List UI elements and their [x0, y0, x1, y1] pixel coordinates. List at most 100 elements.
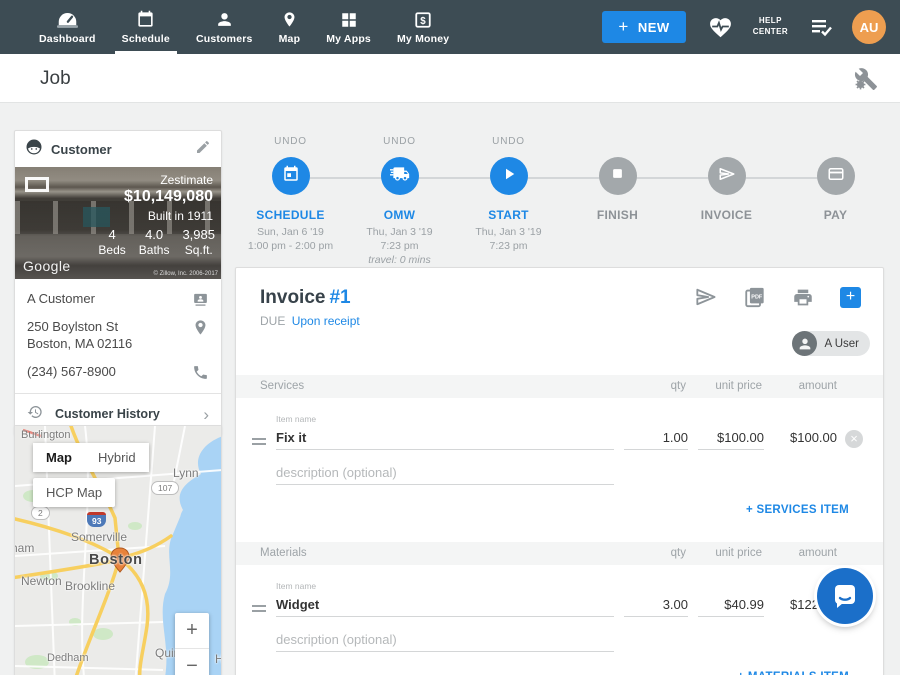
delete-service-item-button[interactable]: × [845, 430, 863, 448]
material-unit-price-input[interactable] [698, 593, 764, 617]
assigned-user-pill[interactable]: A User [792, 331, 870, 356]
schedule-icon [136, 9, 155, 29]
undo-start-button[interactable]: UNDO [492, 136, 525, 148]
timeline-step-schedule: UNDO SCHEDULE Sun, Jan 6 '191:00 pm - 2:… [236, 136, 345, 268]
finish-step-button[interactable] [599, 157, 637, 195]
nav-item-dashboard[interactable]: Dashboard [26, 0, 109, 54]
zoom-in-button[interactable]: + [175, 613, 209, 648]
svg-text:$: $ [420, 16, 426, 27]
task-list-icon[interactable] [810, 17, 834, 37]
edit-pencil-icon[interactable] [195, 139, 211, 160]
map-label-lynn: Lynn [173, 466, 199, 480]
page-title: Job [40, 68, 71, 90]
add-service-item-link[interactable]: + SERVICES ITEM [746, 504, 849, 516]
step-date: Thu, Jan 3 '197:23 pmtravel: 0 mins [366, 225, 432, 268]
user-avatar[interactable]: AU [852, 10, 886, 44]
invoice-step-button[interactable] [708, 157, 746, 195]
map-label-burlington: Burlington [21, 429, 71, 441]
invoice-title: Invoice#1 [260, 287, 351, 309]
nav-item-my-apps[interactable]: My Apps [313, 0, 384, 54]
nav-item-customers[interactable]: Customers [183, 0, 266, 54]
health-heart-icon[interactable] [708, 16, 733, 39]
svg-text:PDF: PDF [751, 294, 763, 300]
nav-item-my-money[interactable]: $ My Money [384, 0, 462, 54]
material-item-name-input[interactable] [276, 593, 614, 617]
item-name-label: Item name [276, 414, 316, 424]
sqft-label: Sq.ft. [182, 243, 215, 257]
zoom-out-button[interactable]: − [175, 649, 209, 675]
beds-value: 4 [98, 227, 125, 242]
service-unit-price-input[interactable] [698, 426, 764, 450]
map-pin-icon [281, 9, 298, 29]
map-label-brookline: Brookline [65, 579, 115, 593]
help-center-button[interactable]: HELP CENTER [753, 16, 788, 38]
customer-card: Customer Zestimate $10,149,080 Built in … [14, 130, 222, 435]
service-description-input[interactable] [276, 461, 614, 485]
step-label: FINISH [597, 208, 638, 222]
top-nav: Dashboard Schedule Customers Map [0, 0, 900, 54]
new-button[interactable]: + NEW [602, 11, 685, 43]
customer-phone-row: (234) 567-8900 [27, 364, 209, 380]
chevron-right-icon: › [203, 406, 209, 423]
phone-icon[interactable] [192, 364, 209, 385]
start-step-button[interactable] [490, 157, 528, 195]
apps-grid-icon [340, 9, 358, 29]
undo-omw-button[interactable]: UNDO [383, 136, 416, 148]
address-line2: Boston, MA 02116 [27, 336, 183, 352]
baths-value: 4.0 [139, 227, 170, 242]
timeline-step-start: UNDO START Thu, Jan 3 '197:23 pm [454, 136, 563, 268]
omw-step-button[interactable] [381, 157, 419, 195]
contact-card-icon[interactable] [192, 291, 209, 312]
stop-icon [610, 166, 625, 186]
street-view-icon[interactable] [25, 177, 49, 192]
nav-item-schedule[interactable]: Schedule [109, 0, 183, 54]
service-qty-input[interactable] [624, 426, 688, 450]
add-invoice-button[interactable]: + [840, 287, 861, 308]
service-item-name-input[interactable] [276, 426, 614, 450]
property-photo[interactable]: Zestimate $10,149,080 Built in 1911 4Bed… [15, 167, 221, 279]
drag-handle[interactable] [252, 438, 266, 445]
zestimate-label: Zestimate [160, 173, 213, 187]
assigned-user-name: A User [824, 338, 859, 350]
truck-icon [390, 164, 410, 189]
step-label: OMW [384, 208, 416, 222]
due-value-link[interactable]: Upon receipt [292, 314, 360, 328]
map-pin-icon[interactable] [192, 319, 209, 340]
customer-card-title: Customer [51, 142, 195, 157]
customer-face-icon [25, 138, 43, 161]
customer-details: A Customer 250 Boylston St Boston, MA 02… [15, 279, 221, 380]
print-icon[interactable] [792, 287, 814, 308]
send-invoice-icon[interactable] [694, 287, 717, 307]
nav-label: Map [279, 33, 301, 45]
add-material-item-link[interactable]: + MATERIALS ITEM [737, 671, 849, 675]
chat-launcher-button[interactable] [817, 568, 873, 624]
built-year: Built in 1911 [148, 209, 213, 223]
pay-step-button[interactable] [817, 157, 855, 195]
service-amount: $100.00 [790, 430, 837, 445]
sqft-value: 3,985 [182, 227, 215, 242]
section-title: Materials [260, 547, 307, 559]
material-qty-input[interactable] [624, 593, 688, 617]
material-description-input[interactable] [276, 628, 614, 652]
hcp-map-button[interactable]: HCP Map [33, 478, 115, 507]
pdf-icon[interactable]: PDF [743, 286, 766, 308]
customers-icon [215, 9, 234, 29]
nav-right: + NEW HELP CENTER AU [602, 0, 900, 54]
nav-item-map[interactable]: Map [266, 0, 314, 54]
due-label: DUE [260, 314, 285, 328]
map-type-hybrid-button[interactable]: Hybrid [85, 443, 149, 472]
help-center-line2: CENTER [753, 27, 788, 38]
customer-name: A Customer [27, 291, 95, 306]
schedule-step-button[interactable] [272, 157, 310, 195]
drag-handle[interactable] [252, 605, 266, 612]
plus-icon: + [618, 17, 628, 37]
map-label-boston: Boston [89, 552, 143, 568]
job-settings-wrench-gear-icon[interactable] [854, 67, 878, 96]
map-type-map-button[interactable]: Map [33, 443, 85, 472]
invoice-number[interactable]: #1 [329, 287, 350, 308]
nav-label: My Apps [326, 33, 371, 45]
col-amount: amount [799, 547, 837, 559]
undo-schedule-button[interactable]: UNDO [274, 136, 307, 148]
timeline-step-invoice: INVOICE [672, 136, 781, 268]
customer-name-row: A Customer [27, 291, 209, 307]
